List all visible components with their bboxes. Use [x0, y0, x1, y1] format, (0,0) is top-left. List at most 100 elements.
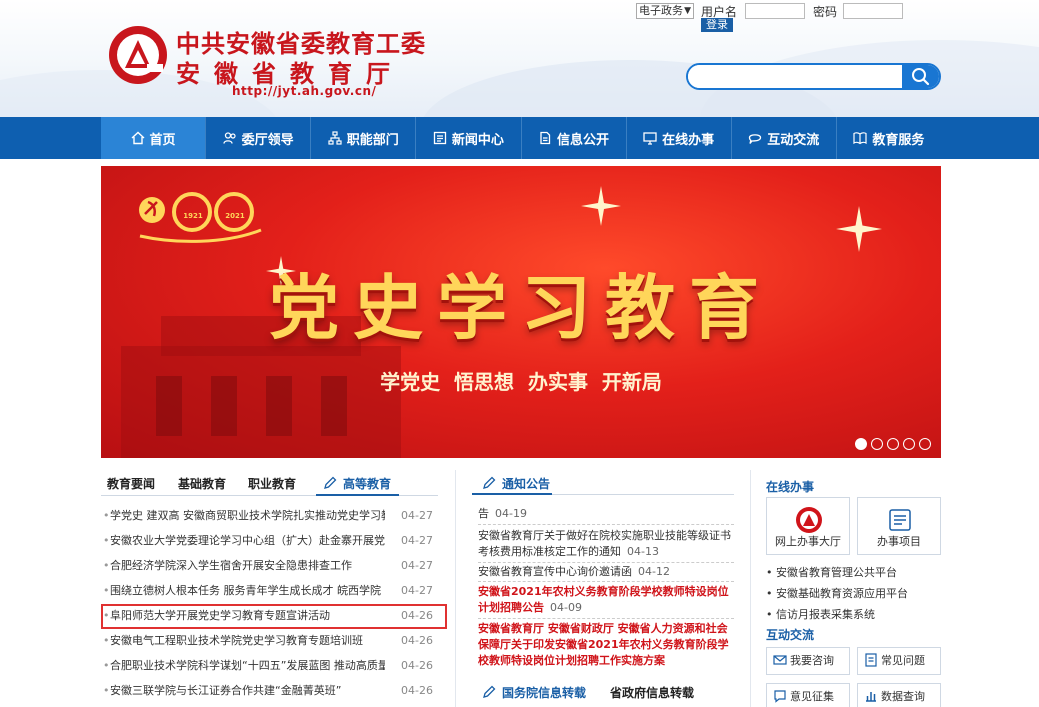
slider-dot[interactable] [919, 438, 931, 450]
username-input[interactable] [745, 3, 805, 19]
tab-education-news[interactable]: 教育要闻 [107, 475, 155, 492]
sparkle-icon [836, 206, 882, 252]
mail-icon [773, 655, 787, 665]
slider-dot[interactable] [903, 438, 915, 450]
nav-item-online-service[interactable]: 在线办事 [627, 117, 732, 159]
nav-item-disclosure[interactable]: 信息公开 [522, 117, 627, 159]
service-items-button[interactable]: 办事项目 [857, 497, 941, 555]
notice-panel: 通知公告 告 04-19 安徽省教育厅关于做好在院校实施职业技能等级证书考核费用标… [472, 470, 734, 707]
tab-higher-education[interactable]: 高等教育 [343, 475, 391, 492]
news-item[interactable]: •安徽农业大学党委理论学习中心组（扩大）赴金寨开展党史学习04-27 [101, 531, 438, 551]
notice-item-important[interactable]: 安徽省2021年农村义务教育阶段学校教师特设岗位计划招聘公告 04-09 [478, 584, 734, 616]
site-url[interactable]: http://jyt.ah.gov.cn/ [232, 84, 376, 98]
nav-item-departments[interactable]: 职能部门 [311, 117, 417, 159]
online-service-heading[interactable]: 在线办事 [766, 478, 814, 495]
service-link[interactable]: • 安徽省教育管理公共平台 [766, 564, 897, 580]
tab-vocational-education[interactable]: 职业教育 [248, 475, 296, 492]
active-tab-indicator [316, 494, 399, 496]
nav-label: 委厅领导 [241, 132, 294, 148]
news-icon [433, 131, 447, 145]
login-button[interactable]: 登录 [701, 18, 733, 32]
nav-item-home[interactable]: 首页 [101, 117, 207, 159]
year-right: 2021 [225, 212, 245, 220]
nav-label: 教育服务 [872, 132, 925, 148]
main-nav: 首页 委厅领导 职能部门 新闻中心 信息公开 在线办事 互动交流 教育服务 [0, 117, 1039, 159]
pencil-icon [483, 476, 496, 489]
nav-label: 职能部门 [346, 132, 399, 148]
service-label: 办事项目 [877, 535, 921, 548]
dropdown-arrow-icon: ▼ [684, 6, 691, 16]
search-box [686, 63, 941, 90]
news-item[interactable]: • 围绕立德树人根本任务 服务青年学生成长成才 皖西学院 04-27 [101, 581, 438, 601]
service-hall-icon [796, 507, 822, 533]
notice-heading[interactable]: 通知公告 [502, 475, 550, 492]
notice-item[interactable]: 告 04-19 [478, 506, 734, 522]
password-label: 密码 [813, 5, 838, 19]
pencil-icon [324, 476, 337, 489]
notice-separator [478, 618, 734, 619]
news-tabs: 教育要闻 基础教育 职业教育 高等教育 [101, 470, 438, 496]
interaction-heading[interactable]: 互动交流 [766, 626, 814, 643]
chat-icon [749, 134, 762, 144]
banner-title: 党史学习教育 [269, 267, 773, 349]
services-panel: 在线办事 网上办事大厅 办事项目 • 安徽省教育管理公共平台 • 安徽基础教育资… [766, 470, 941, 707]
nav-item-education-service[interactable]: 教育服务 [837, 117, 941, 159]
list-icon [889, 509, 911, 531]
news-item[interactable]: • 学党史 建双高 安徽商贸职业技术学院扎实推动党史学习教育 04-27 [101, 506, 438, 526]
selection-highlight [101, 604, 447, 629]
consult-button[interactable]: 我要咨询 [766, 647, 850, 675]
pencil-icon [483, 685, 496, 698]
notice-separator [478, 524, 734, 525]
news-item[interactable]: • 安徽三联学院与长江证券合作共建“金融菁英班” 04-26 [101, 681, 438, 701]
service-link[interactable]: • 信访月报表采集系统 [766, 606, 875, 622]
slider-dot[interactable] [887, 438, 899, 450]
service-label: 网上办事大厅 [775, 535, 841, 548]
search-button[interactable] [902, 65, 939, 88]
slider-dot[interactable] [871, 438, 883, 450]
column-divider [455, 470, 456, 707]
nav-label: 首页 [149, 132, 176, 148]
notice-heading-underline [472, 493, 552, 495]
feedback-button[interactable]: 意见征集 [766, 683, 850, 707]
news-item[interactable]: • 合肥经济学院深入学生宿舍开展安全隐患排查工作 04-27 [101, 556, 438, 576]
faq-button[interactable]: 常见问题 [857, 647, 941, 675]
gov-system-value: 电子政务 [639, 4, 683, 17]
notice-separator [478, 562, 734, 563]
news-item[interactable]: • 安徽电气工程职业技术学院党史学习教育专题培训班 04-26 [101, 631, 438, 651]
site-header: 中共安徽省委教育工委 安徽省教育厅 http://jyt.ah.gov.cn/ … [0, 0, 1039, 117]
anniversary-number: 100 [247, 194, 249, 195]
password-input[interactable] [843, 3, 903, 19]
nav-item-news[interactable]: 新闻中心 [416, 117, 522, 159]
sparkle-icon [581, 186, 621, 226]
monitor-icon [643, 132, 657, 145]
nav-label: 信息公开 [557, 132, 610, 148]
people-icon [223, 132, 236, 144]
notice-separator [478, 581, 734, 582]
nav-item-leaders[interactable]: 委厅领导 [206, 117, 312, 159]
gov-system-select[interactable]: 电子政务 ▼ [636, 3, 694, 19]
document-icon [540, 131, 551, 145]
nav-label: 互动交流 [767, 132, 820, 148]
news-panel: 教育要闻 基础教育 职业教育 高等教育 • 学党史 建双高 安徽商贸职业技术学院扎… [101, 470, 438, 707]
hero-banner[interactable]: 1921 2021 100 党史学习教育 学党史 悟思想 办实事 开新局 [101, 166, 941, 458]
tab-provincial-reprint[interactable]: 省政府信息转载 [610, 684, 694, 701]
banner-subtitle: 学党史 悟思想 办实事 开新局 [380, 370, 662, 394]
news-item[interactable]: • 合肥职业技术学院科学谋划“十四五”发展蓝图 推动高质量发展 04-26 [101, 656, 438, 676]
column-divider [750, 470, 751, 707]
service-hall-button[interactable]: 网上办事大厅 [766, 497, 850, 555]
year-left: 1921 [183, 212, 203, 220]
notice-item[interactable]: 安徽省教育宣传中心询价邀请函 04-12 [478, 564, 734, 580]
notice-item[interactable]: 安徽省教育厅关于做好在院校实施职业技能等级证书考核费用标准核定工作的通知 04-1… [478, 528, 734, 560]
service-link[interactable]: • 安徽基础教育资源应用平台 [766, 585, 908, 601]
search-input[interactable] [688, 65, 902, 88]
data-query-button[interactable]: 数据查询 [857, 683, 941, 707]
tab-basic-education[interactable]: 基础教育 [178, 475, 226, 492]
org-icon [328, 131, 342, 145]
education-logo-icon[interactable] [107, 24, 169, 86]
search-icon [912, 68, 930, 86]
notice-item-important[interactable]: 安徽省教育厅 安徽省财政厅 安徽省人力资源和社会保障厅关于印发安徽省2021年农… [478, 621, 734, 669]
tab-state-council-reprint[interactable]: 国务院信息转载 [502, 684, 586, 701]
nav-item-interaction[interactable]: 互动交流 [732, 117, 837, 159]
slider-dot[interactable] [855, 438, 867, 450]
nav-label: 新闻中心 [451, 132, 504, 148]
